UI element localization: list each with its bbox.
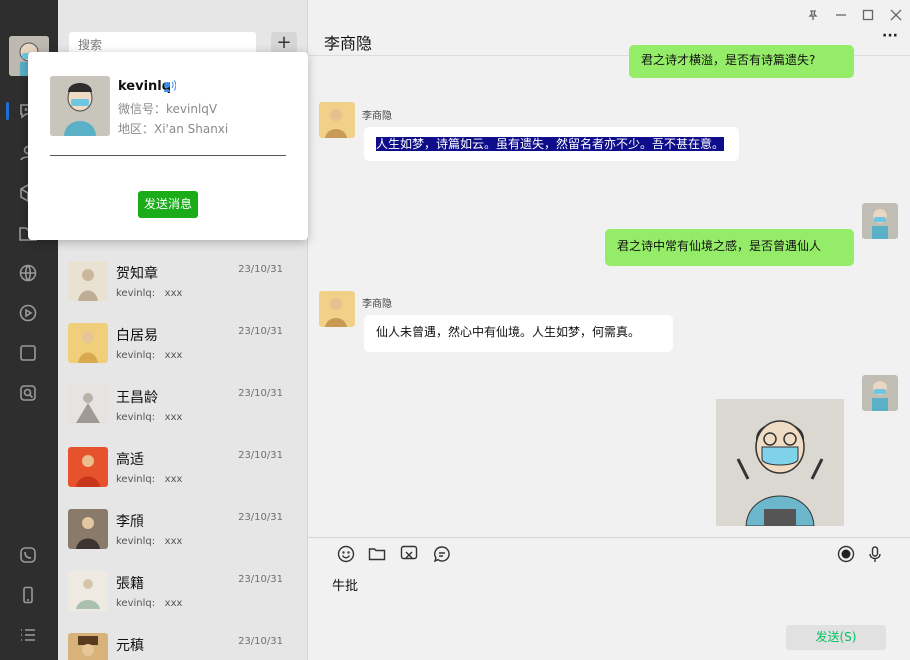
contact-name: 白居易: [116, 328, 158, 344]
contact-preview: kevinlq: xxx: [116, 412, 183, 423]
contact-avatar[interactable]: [319, 102, 355, 138]
contact-avatar: [68, 447, 108, 487]
contact-avatar: [68, 261, 108, 301]
profile-wechat-id: 微信号：kevinlqV: [118, 102, 218, 116]
mini-programs-icon[interactable]: [17, 342, 39, 364]
screenshot-icon[interactable]: [399, 544, 419, 564]
list-item[interactable]: 白居易 23/10/31 kevinlq: xxx: [58, 321, 307, 383]
active-indicator: [6, 102, 9, 120]
message-text: 人生如梦，诗篇如云。虽有遗失，然留名者亦不少。吾不甚在意。: [376, 137, 725, 151]
list-item[interactable]: 元稹 23/10/31: [58, 631, 307, 660]
contact-time: 23/10/31: [238, 326, 283, 337]
send-button[interactable]: 发送(S): [786, 625, 886, 650]
pin-icon[interactable]: [804, 6, 822, 24]
contact-preview: kevinlq: xxx: [116, 288, 183, 299]
contact-preview: kevinlq: xxx: [116, 474, 183, 485]
sender-name: 李商隐: [362, 111, 392, 122]
contact-name: 贺知章: [116, 266, 158, 282]
search-icon[interactable]: [17, 382, 39, 404]
contact-time: 23/10/31: [238, 388, 283, 399]
message-image[interactable]: [716, 399, 844, 526]
folder-icon[interactable]: [367, 544, 387, 564]
phone-icon[interactable]: [17, 544, 39, 566]
list-item[interactable]: 贺知章 23/10/31 kevinlq: xxx: [58, 259, 307, 321]
contact-time: 23/10/31: [238, 636, 283, 647]
input-divider: [308, 537, 910, 538]
profile-region: 地区：Xi'an Shanxi: [118, 122, 229, 136]
male-gender-icon: [162, 79, 177, 93]
chat-title: 李商隐: [324, 34, 373, 53]
contact-avatar: [68, 385, 108, 425]
message-bubble-other[interactable]: 人生如梦，诗篇如云。虽有遗失，然留名者亦不少。吾不甚在意。: [364, 127, 739, 161]
message-text: 仙人未曾遇，然心中有仙境。人生如梦，何需真。: [376, 325, 641, 339]
list-item[interactable]: 王昌龄 23/10/31 kevinlq: xxx: [58, 383, 307, 445]
voice-call-icon[interactable]: [836, 544, 856, 564]
contact-time: 23/10/31: [238, 450, 283, 461]
contact-preview: kevinlq: xxx: [116, 350, 183, 361]
user-avatar[interactable]: [862, 375, 898, 411]
contact-preview: kevinlq: xxx: [116, 598, 183, 609]
contact-time: 23/10/31: [238, 512, 283, 523]
contact-name: 元稹: [116, 638, 144, 654]
chat-history-icon[interactable]: [432, 544, 452, 564]
minimize-icon[interactable]: [832, 6, 850, 24]
contact-avatar[interactable]: [319, 291, 355, 327]
contact-time: 23/10/31: [238, 574, 283, 585]
message-bubble-self[interactable]: 君之诗才横溢，是否有诗篇遗失?: [629, 45, 854, 78]
profile-divider: [50, 155, 286, 156]
emoji-icon[interactable]: [336, 544, 356, 564]
profile-avatar: [50, 76, 110, 136]
list-item[interactable]: 高适 23/10/31 kevinlq: xxx: [58, 445, 307, 507]
message-bubble-other[interactable]: 仙人未曾遇，然心中有仙境。人生如梦，何需真。: [364, 315, 673, 352]
message-input[interactable]: 牛批: [332, 575, 358, 594]
channels-icon[interactable]: [17, 302, 39, 324]
chat-panel: 李商隐 ··· 君之诗才横溢，是否有诗篇遗失? 李商隐 人生如梦，诗篇如云。虽有…: [308, 0, 910, 660]
message-text: 君之诗才横溢，是否有诗篇遗失?: [641, 53, 816, 67]
contact-avatar: [68, 633, 108, 660]
contact-name: 李頎: [116, 514, 144, 530]
message-bubble-self[interactable]: 君之诗中常有仙境之感，是否曾遇仙人: [605, 229, 854, 266]
contact-time: 23/10/31: [238, 264, 283, 275]
send-message-button[interactable]: 发送消息: [138, 191, 198, 218]
contact-avatar: [68, 509, 108, 549]
contact-avatar: [68, 323, 108, 363]
message-text: 君之诗中常有仙境之感，是否曾遇仙人: [617, 239, 822, 253]
more-options-button[interactable]: ···: [882, 28, 898, 44]
close-icon[interactable]: [887, 6, 905, 24]
contact-name: 王昌龄: [116, 390, 158, 406]
contact-preview: kevinlq: xxx: [116, 536, 183, 547]
contact-name: 張籍: [116, 576, 144, 592]
user-avatar[interactable]: [862, 203, 898, 239]
menu-icon[interactable]: [17, 624, 39, 646]
list-item[interactable]: 張籍 23/10/31 kevinlq: xxx: [58, 569, 307, 631]
microphone-icon[interactable]: [865, 544, 885, 564]
profile-card: kevinlq 微信号：kevinlqV 地区：Xi'an Shanxi 发送消…: [28, 52, 308, 240]
maximize-icon[interactable]: [859, 6, 877, 24]
contact-avatar: [68, 571, 108, 611]
list-item[interactable]: 李頎 23/10/31 kevinlq: xxx: [58, 507, 307, 569]
mobile-icon[interactable]: [17, 584, 39, 606]
sender-name: 李商隐: [362, 299, 392, 310]
contact-name: 高适: [116, 452, 144, 468]
moments-icon[interactable]: [17, 262, 39, 284]
